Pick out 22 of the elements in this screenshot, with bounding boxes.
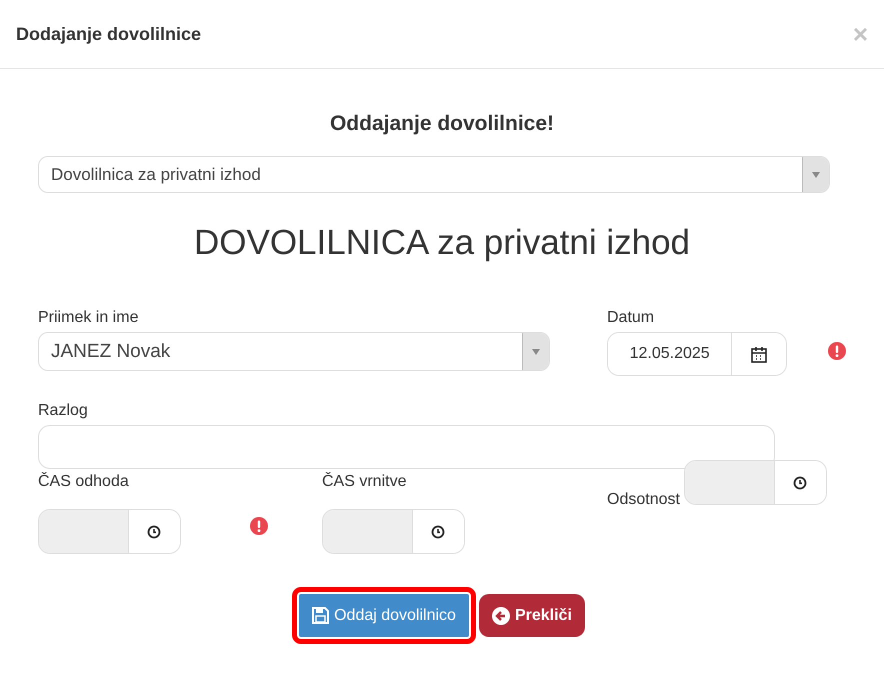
field-label: Priimek in ime: [38, 309, 140, 328]
clock-icon: [793, 476, 808, 490]
field-label: Razlog: [38, 402, 89, 421]
clock-icon: [431, 524, 446, 538]
permit-type-select[interactable]: Dovolilnica za privatni izhod: [38, 156, 830, 193]
cancel-button[interactable]: Prekliči: [478, 594, 585, 637]
permit-title: DOVOLILNICA za privatni izhod: [192, 223, 692, 264]
time-field[interactable]: [322, 509, 465, 554]
time-field[interactable]: [38, 509, 181, 554]
name-select[interactable]: JANEZ Novak: [38, 332, 550, 371]
caret-icon: [532, 348, 540, 354]
dialog-title: Dodajanje dovolilnice: [16, 24, 202, 44]
form-heading: Oddajanje dovolilnice!: [328, 112, 556, 137]
clock-icon: [147, 524, 162, 538]
time-field[interactable]: [684, 460, 827, 505]
field-label: Odsotnost: [607, 491, 680, 510]
field-label: ČAS odhoda: [38, 473, 130, 492]
caret-icon: [812, 172, 820, 178]
reason-field[interactable]: [38, 425, 775, 469]
field-label: ČAS vrnitve: [322, 473, 408, 492]
save-button[interactable]: Oddaj dovolilnico: [299, 594, 469, 637]
field-label: Datum: [607, 309, 656, 328]
